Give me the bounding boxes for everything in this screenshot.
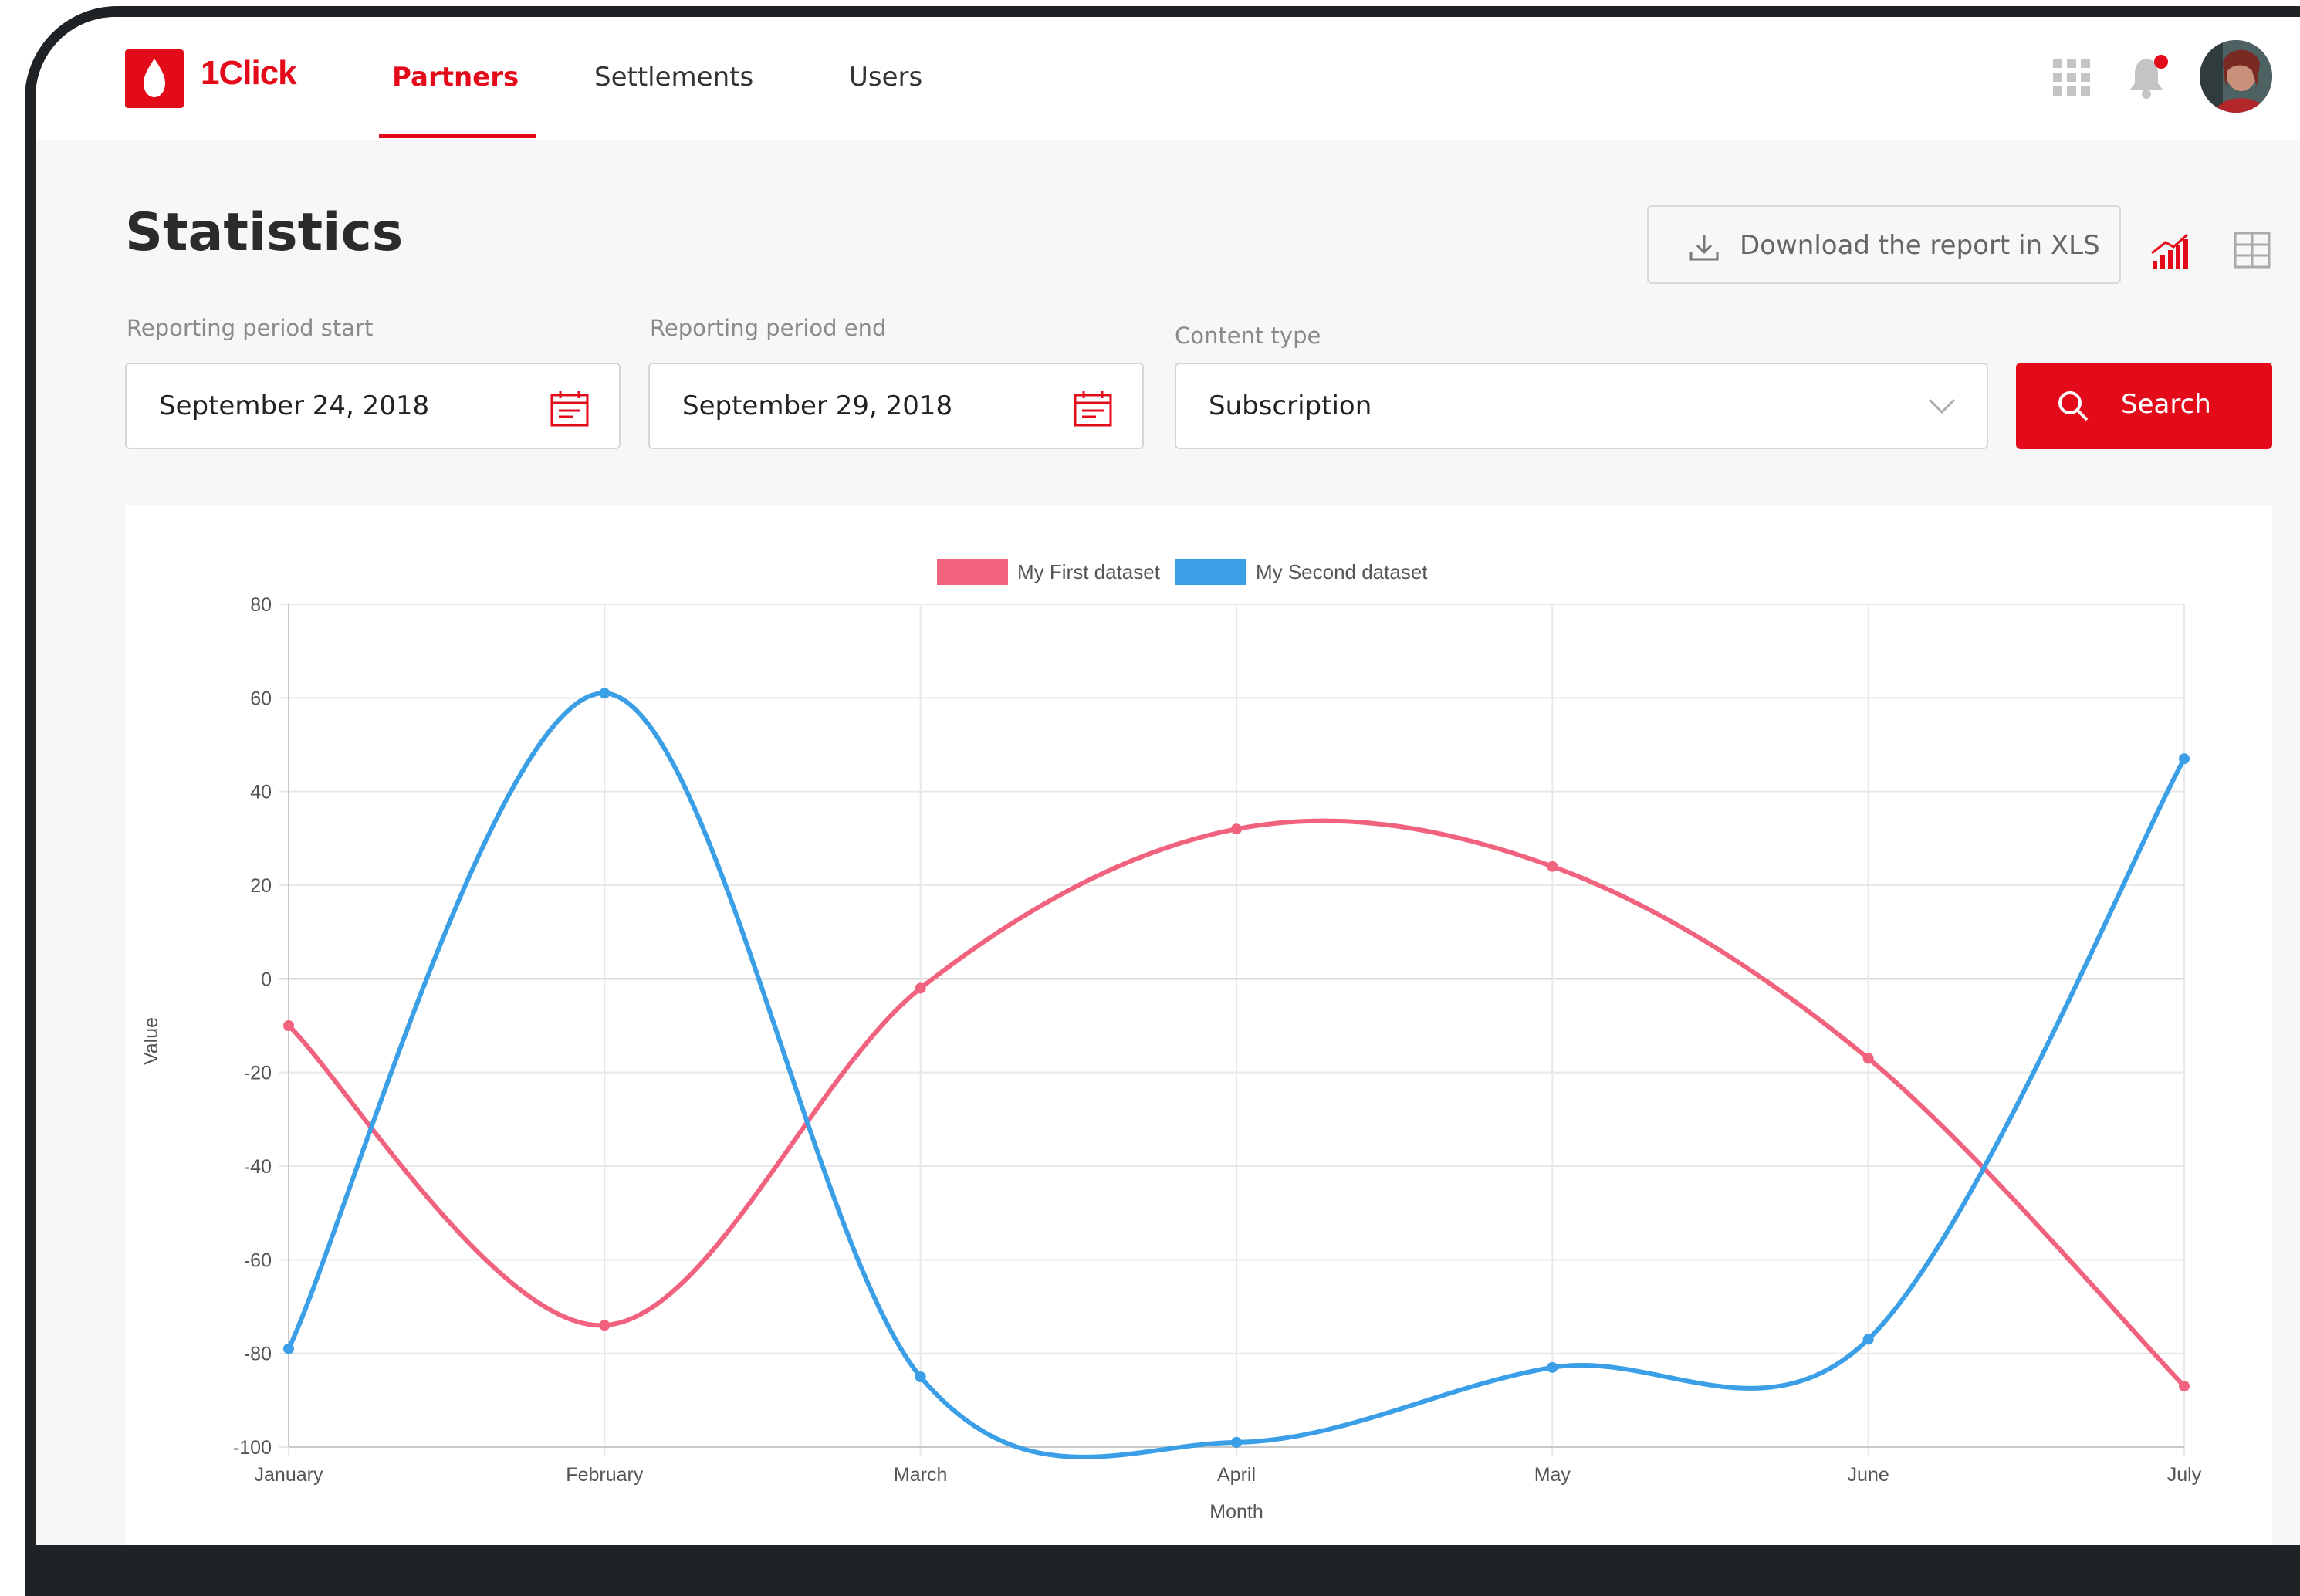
active-tab-indicator — [379, 134, 536, 138]
end-date-value: September 29, 2018 — [682, 391, 953, 421]
statistics-chart: 80 60 40 20 0 -20 -40 -60 -80 -100 January February… — [125, 505, 2272, 1545]
y-tick-label: -100 — [233, 1437, 272, 1459]
calendar-icon[interactable] — [550, 389, 590, 428]
content-type-value: Subscription — [1209, 391, 1372, 421]
download-icon — [1689, 235, 1719, 261]
tab-partners[interactable]: Partners — [392, 62, 519, 93]
y-tick-label: -60 — [244, 1249, 272, 1271]
x-tick-label: July — [2167, 1464, 2202, 1486]
page-title: Statistics — [125, 202, 404, 263]
data-point — [1862, 1053, 1874, 1064]
search-label: Search — [2121, 389, 2211, 420]
data-point — [1231, 1436, 1242, 1448]
content-type-label: Content type — [1175, 323, 1321, 349]
end-date-field[interactable]: September 29, 2018 — [648, 363, 1144, 449]
y-tick-label: 60 — [250, 688, 272, 709]
x-axis-title: Month — [1209, 1501, 1263, 1523]
x-tick-label: May — [1534, 1464, 1571, 1486]
chevron-down-icon — [1928, 398, 1956, 414]
x-tick-label: January — [255, 1464, 323, 1486]
download-label: Download the report in XLS — [1740, 230, 2100, 261]
y-tick-label: -40 — [244, 1156, 272, 1178]
data-point — [915, 1371, 926, 1382]
x-tick-label: February — [566, 1464, 644, 1486]
y-tick-label: 80 — [250, 594, 272, 616]
apps-grid-icon[interactable] — [2053, 59, 2090, 99]
x-tick-label: March — [894, 1464, 947, 1486]
start-date-value: September 24, 2018 — [159, 391, 430, 421]
legend-label: My First dataset — [1017, 560, 1161, 583]
y-axis-title: Value — [140, 1017, 162, 1065]
line-chart: 80 60 40 20 0 -20 -40 -60 -80 -100 January February… — [140, 559, 2202, 1523]
data-point — [1231, 823, 1242, 835]
data-point — [2179, 1381, 2190, 1392]
legend-swatch — [1175, 559, 1246, 585]
calendar-icon[interactable] — [1073, 389, 1113, 428]
search-button[interactable]: Search — [2016, 363, 2272, 449]
search-icon — [2058, 391, 2089, 421]
data-point — [2179, 753, 2190, 765]
y-tick-label: 0 — [261, 969, 272, 990]
table-view-icon[interactable] — [2234, 232, 2271, 272]
data-point — [283, 1343, 294, 1354]
x-tick-label: April — [1217, 1464, 1256, 1486]
data-point — [599, 688, 611, 699]
brand-name[interactable]: 1Click — [201, 54, 297, 93]
data-point — [1862, 1334, 1874, 1345]
top-navigation-bar: 1Click Partners Settlements Users — [36, 17, 2300, 140]
data-point — [1547, 861, 1558, 872]
brand-logo-icon[interactable] — [125, 49, 184, 108]
download-report-button[interactable]: Download the report in XLS — [1647, 205, 2121, 284]
start-date-label: Reporting period start — [127, 315, 374, 341]
legend-swatch — [937, 559, 1008, 585]
app-screen: 1Click Partners Settlements Users Statis… — [36, 17, 2300, 1545]
data-point — [283, 1020, 294, 1031]
y-tick-label: -80 — [244, 1344, 272, 1365]
y-tick-label: -20 — [244, 1063, 272, 1084]
data-point — [599, 1320, 611, 1331]
y-tick-label: 40 — [250, 782, 272, 803]
data-point — [1547, 1361, 1558, 1373]
tab-settlements[interactable]: Settlements — [594, 62, 753, 93]
avatar[interactable] — [2200, 40, 2272, 113]
tab-users[interactable]: Users — [849, 62, 922, 93]
content-type-select[interactable]: Subscription — [1175, 363, 1988, 449]
bell-icon[interactable] — [2127, 54, 2170, 103]
start-date-field[interactable]: September 24, 2018 — [125, 363, 621, 449]
x-tick-label: June — [1848, 1464, 1889, 1486]
chart-view-icon[interactable] — [2150, 230, 2190, 273]
legend-label: My Second dataset — [1256, 560, 1428, 583]
y-tick-label: 20 — [250, 875, 272, 897]
data-point — [915, 982, 926, 994]
end-date-label: Reporting period end — [650, 315, 887, 341]
